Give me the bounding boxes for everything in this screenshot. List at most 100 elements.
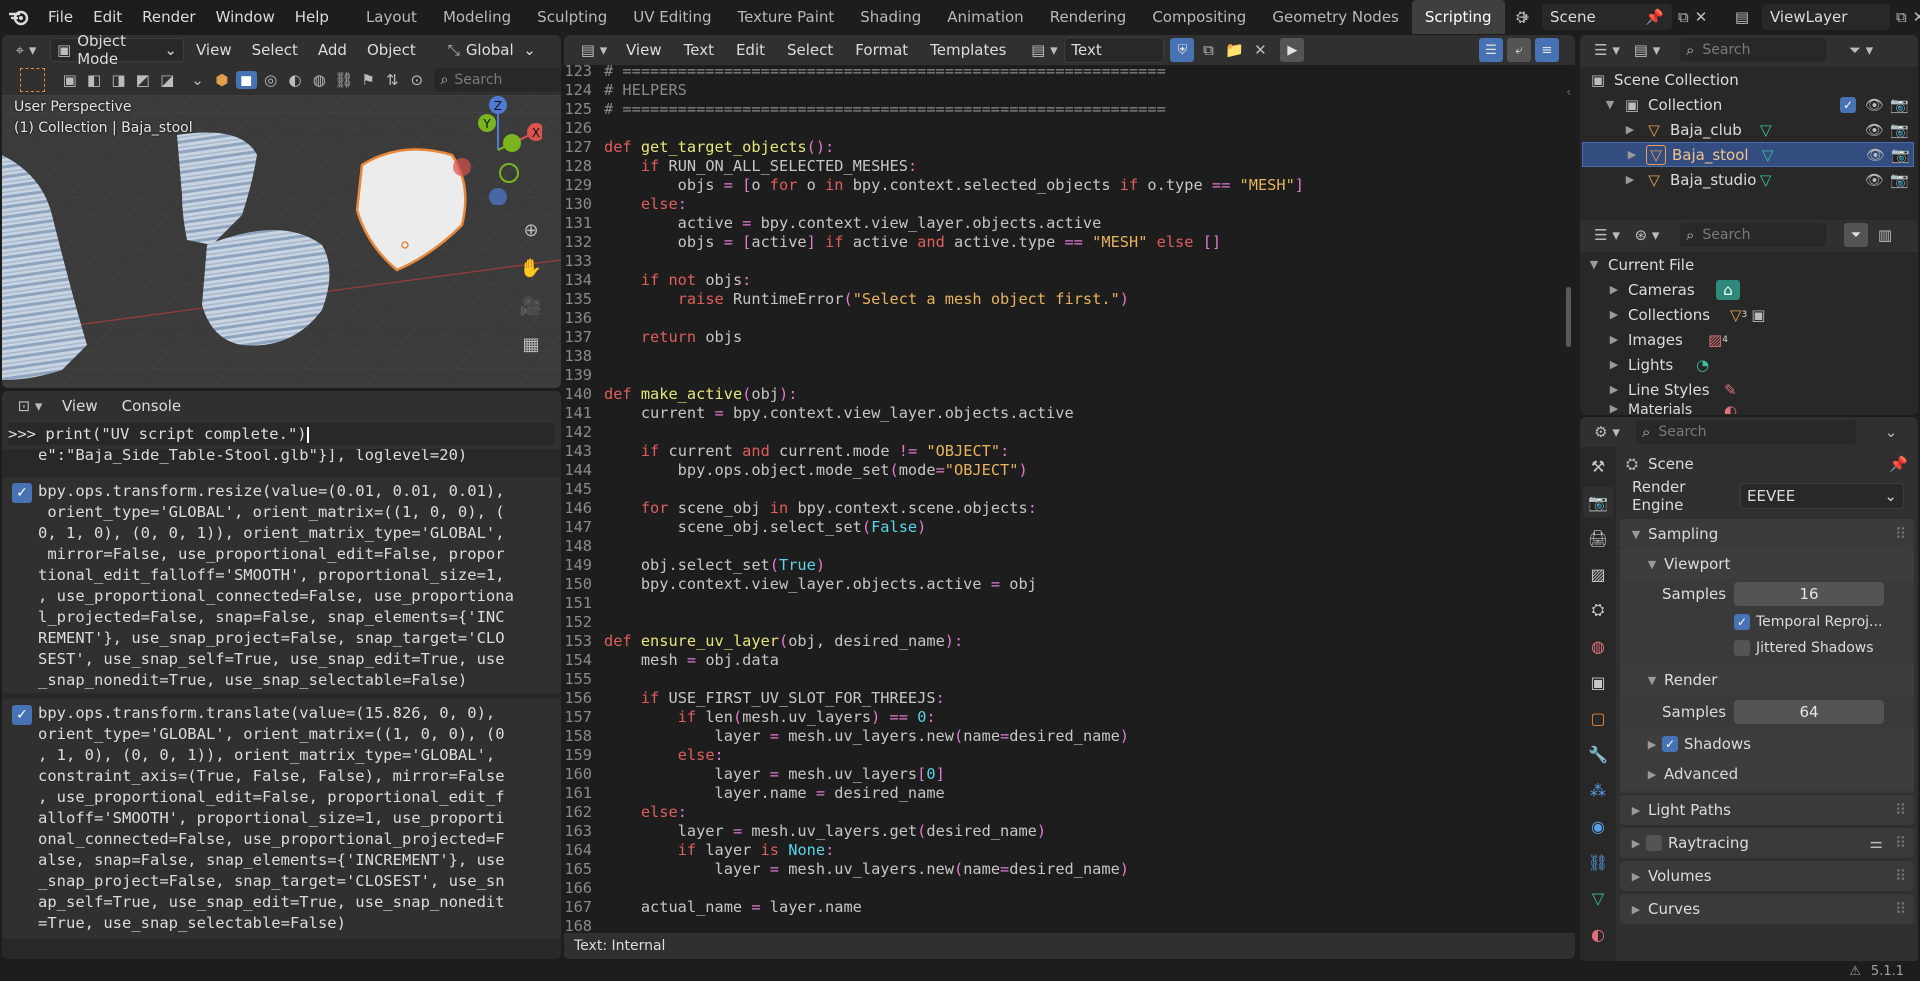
shading-solid-icon[interactable]: ◼ <box>235 71 257 89</box>
data-tab-icon[interactable]: ▽ <box>1583 883 1613 913</box>
text-menu-format[interactable]: Format <box>845 41 918 59</box>
tab-animation[interactable]: Animation <box>934 0 1036 34</box>
tool-tab-icon[interactable]: ⚒ <box>1583 451 1613 481</box>
collection-row[interactable]: ▼ ▣ Collection ✓ 👁 📷 <box>1580 92 1918 117</box>
text-editor[interactable]: ▤ ▾ View Text Edit Select Format Templat… <box>564 35 1575 959</box>
outliner-item-baja-studio[interactable]: ▶ ▽ Baja_studio ▽ 👁 📷 <box>1580 167 1918 192</box>
outliner-editor-type-icon[interactable]: ☰ ▾ <box>1590 41 1624 59</box>
viewport-samples-field[interactable]: 16 <box>1734 582 1884 606</box>
text-datablock-field[interactable]: Text <box>1064 37 1165 63</box>
collection-tab-icon[interactable]: ▣ <box>1583 667 1613 697</box>
console-menu-console[interactable]: Console <box>112 397 192 415</box>
delete-view-layer-icon[interactable]: ✕ <box>1913 8 1920 26</box>
overlay-icon[interactable]: ⊙ <box>406 71 427 89</box>
viewport-menu-add[interactable]: Add <box>310 41 355 59</box>
expand-down-icon[interactable]: ▼ <box>1628 528 1644 541</box>
expand-right-icon[interactable]: ▶ <box>1606 283 1622 296</box>
expand-right-icon[interactable]: ▶ <box>1606 402 1622 414</box>
expand-right-icon[interactable]: ▶ <box>1622 173 1638 186</box>
file-item-materials[interactable]: ▶ Materials ◐ <box>1580 402 1918 414</box>
raytracing-panel-header[interactable]: ▶ Raytracing ⚌ ⠿ <box>1620 828 1914 858</box>
expand-right-icon[interactable]: ▶ <box>1628 804 1644 817</box>
tab-uv-editing[interactable]: UV Editing <box>620 0 724 34</box>
word-wrap-icon[interactable]: ⤶ <box>1507 38 1531 62</box>
viewport-menu-object[interactable]: Object <box>359 41 424 59</box>
run-script-icon[interactable]: ▶ <box>1280 38 1305 62</box>
unlink-text-icon[interactable]: ✕ <box>1248 41 1272 59</box>
purge-icon[interactable]: ▥ <box>1874 226 1896 244</box>
jittered-shadows-checkbox-icon[interactable] <box>1734 640 1750 656</box>
open-text-icon[interactable]: 📁 <box>1222 41 1246 59</box>
sidebar-toggle-icon[interactable]: ‹ <box>1566 85 1571 99</box>
menu-render[interactable]: Render <box>132 0 205 34</box>
camera-icon[interactable]: 📷 <box>1891 146 1910 164</box>
drag-handle-icon[interactable]: ⠿ <box>1895 834 1906 852</box>
camera-icon[interactable]: 📷 <box>1890 96 1909 114</box>
code-area[interactable]: 123 # ===================================… <box>564 65 1575 955</box>
menu-file[interactable]: File <box>38 0 83 34</box>
text-menu-text[interactable]: Text <box>674 41 724 59</box>
orientation-dropdown[interactable]: ⤡ Global ⌄ <box>442 38 542 62</box>
zoom-icon[interactable]: ⊕ <box>516 215 546 245</box>
text-editor-type-icon[interactable]: ▤ ▾ <box>574 41 614 59</box>
fake-user-shield-icon[interactable]: ⛨ <box>1170 38 1195 62</box>
editor-type-icon[interactable]: ⌖ ▾ <box>6 41 46 59</box>
file-item-lights[interactable]: ▶ Lights ◔ <box>1580 352 1918 377</box>
tab-texture-paint[interactable]: Texture Paint <box>724 0 847 34</box>
pin-icon[interactable]: 📌 <box>1889 455 1908 473</box>
mesh-data-icon[interactable]: ▽ <box>1762 146 1774 164</box>
presets-icon[interactable]: ⚌ <box>1870 834 1883 852</box>
eye-icon[interactable]: 👁 <box>1865 96 1884 114</box>
select-mode-extend-icon[interactable]: ◧ <box>83 71 104 89</box>
eye-icon[interactable]: 👁 <box>1865 171 1884 189</box>
advanced-subpanel-header[interactable]: ▶ Advanced <box>1620 759 1914 789</box>
expand-right-icon[interactable]: ▶ <box>1628 837 1644 850</box>
text-menu-select[interactable]: Select <box>777 41 843 59</box>
tab-modeling[interactable]: Modeling <box>430 0 524 34</box>
expand-down-icon[interactable]: ▼ <box>1644 558 1660 571</box>
world-tab-icon[interactable]: ◍ <box>1583 631 1613 661</box>
raytracing-checkbox-icon[interactable] <box>1646 835 1662 851</box>
properties-editor-type-icon[interactable]: ⚙ ▾ <box>1590 423 1624 441</box>
shading-wire-icon[interactable]: ◎ <box>260 71 281 89</box>
view-layer-icon[interactable]: ▤ <box>1728 8 1756 26</box>
scene-icon[interactable]: ⛭ <box>1508 8 1536 26</box>
render-samples-field[interactable]: 64 <box>1734 700 1884 724</box>
line-numbers-icon[interactable]: ☰ <box>1479 38 1503 62</box>
view-layer-field[interactable]: ViewLayer <box>1762 4 1890 30</box>
mode-dropdown[interactable]: ▣ Object Mode ⌄ <box>50 35 184 68</box>
curves-panel-header[interactable]: ▶ Curves ⠿ <box>1620 894 1914 924</box>
scene-name-field[interactable]: Scene 📌 <box>1542 4 1672 30</box>
properties-editor[interactable]: ⚙ ▾ ⌕ Search ⌄ ⚒ 📷 🖨 ▨ ⛭ ◍ ▣ ▢ 🔧 ⁂ ◉ ⛓ ▽… <box>1580 417 1918 962</box>
menu-edit[interactable]: Edit <box>83 0 132 34</box>
tab-layout[interactable]: Layout <box>353 0 430 34</box>
shadows-subpanel-header[interactable]: ▶ ✓ Shadows <box>1620 729 1914 759</box>
expand-right-icon[interactable]: ▶ <box>1606 358 1622 371</box>
file-item-collections[interactable]: ▶ Collections ▽ 3 ▣ <box>1580 302 1918 327</box>
outliner-editor-type-icon[interactable]: ☰ ▾ <box>1590 226 1624 244</box>
blend-file-search[interactable]: ⌕ Search <box>1680 223 1826 247</box>
proportional-edit-icon[interactable]: ⚑ <box>357 71 378 89</box>
navigation-gizmo[interactable]: Z X Y <box>442 95 545 206</box>
blend-file-outliner[interactable]: ☰ ▾ ⊛ ▾ ⌕ Search ⏷ ▥ ▼ Current File ▶ Ca… <box>1580 220 1918 415</box>
viewport-menu-view[interactable]: View <box>188 41 240 59</box>
render-engine-dropdown[interactable]: EEVEE ⌄ <box>1740 483 1904 509</box>
expand-right-icon[interactable]: ▶ <box>1606 383 1622 396</box>
entry-checkbox-icon[interactable]: ✓ <box>12 483 32 503</box>
temporal-reprojection-row[interactable]: ✓ Temporal Reproj... <box>1620 609 1914 635</box>
tab-sculpting[interactable]: Sculpting <box>524 0 620 34</box>
tab-shading[interactable]: Shading <box>847 0 934 34</box>
shadows-checkbox-icon[interactable]: ✓ <box>1662 736 1678 752</box>
render-subpanel-header[interactable]: ▼ Render <box>1620 665 1914 695</box>
tab-rendering[interactable]: Rendering <box>1037 0 1140 34</box>
file-item-line-styles[interactable]: ▶ Line Styles ✎ <box>1580 377 1918 402</box>
3d-viewport[interactable]: ⌖ ▾ ▣ Object Mode ⌄ View Select Add Object… <box>2 35 561 388</box>
outliner-item-baja-stool[interactable]: ▶ ▽ Baja_stool ▽ 👁 📷 <box>1582 142 1914 167</box>
viewport-subpanel-header[interactable]: ▼ Viewport <box>1620 549 1914 579</box>
tab-scripting[interactable]: Scripting <box>1411 0 1505 34</box>
scene-tab-icon[interactable]: ⛭ <box>1583 595 1613 625</box>
expand-down-icon[interactable]: ▼ <box>1644 674 1660 687</box>
outliner[interactable]: ☰ ▾ ▤ ▾ ⌕ Search ⏷ ▾ ▣ Scene Collection … <box>1580 35 1918 231</box>
modifier-tab-icon[interactable]: 🔧 <box>1583 739 1613 769</box>
mesh-data-icon[interactable]: ▽ <box>1760 171 1772 189</box>
